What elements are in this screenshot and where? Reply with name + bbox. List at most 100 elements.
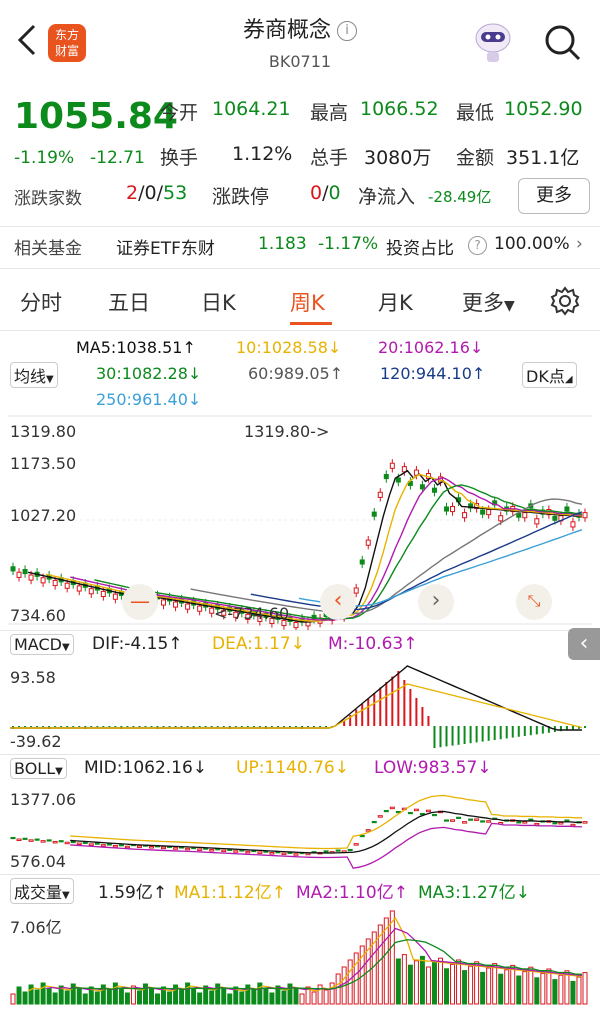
candle-body [498,515,504,522]
ma-selector[interactable]: 均线▼ [10,362,58,388]
tab-five-day[interactable]: 五日 [108,287,150,317]
candle-body [383,474,389,480]
volume-bar [528,966,534,1005]
boll-candle [431,813,437,817]
ma10-label: 10:1028.58↓ [236,338,342,357]
volume-bar [22,991,28,1005]
candle-body [480,509,486,515]
volume-bar [245,984,251,1005]
volume-bar [582,972,588,1005]
tab-monthly-k[interactable]: 月K [378,287,413,317]
macd-ymax: 93.58 [10,668,56,687]
tab-weekly-k[interactable]: 周K [290,287,325,317]
boll-low: LOW:983.57↓ [374,758,492,778]
ma20-label: 20:1062.16↓ [378,338,484,357]
boll-candle [257,851,263,854]
boll-candle [58,840,64,843]
gear-icon[interactable] [550,286,580,316]
boll-candle [245,850,251,854]
candle-body [462,512,468,519]
volume-ma3: MA3:1.27亿↓ [418,883,530,903]
candle-body [365,539,371,546]
volume-bar [389,910,395,1005]
volume-bar [215,983,221,1005]
volume-bar [263,987,269,1005]
volume-bar [239,991,245,1005]
volume-bar [227,993,233,1005]
boll-candle [570,823,576,827]
boll-candle [173,847,179,850]
boll-candle [564,819,570,822]
boll-candle [52,840,58,844]
volume-bar [462,970,468,1005]
fund-name: 证券ETF东财 [116,239,215,259]
fund-row[interactable]: 相关基金 证券ETF东财 1.183 -1.17% 投资占比 ? 100.00%… [0,234,600,259]
dk-point-button[interactable]: DK点◢ [522,362,577,388]
candle-body [353,587,359,594]
boll-candle [10,836,16,840]
info-icon[interactable]: i [337,21,357,41]
volume-bar [10,993,16,1005]
candle-body [395,477,401,483]
collapse-tab-icon[interactable]: ‹ [568,628,600,660]
volume-selector[interactable]: 成交量▼ [10,878,74,904]
zoom-out-button[interactable]: — [122,584,158,620]
search-icon[interactable] [542,22,582,62]
volume-bar [504,969,510,1005]
boll-candle [456,816,462,819]
kline-chart[interactable] [0,412,600,630]
candle-body [88,588,94,595]
candle-body [197,605,203,612]
candle-body [582,512,588,519]
volume-bar [179,989,185,1005]
tab-intraday[interactable]: 分时 [20,287,62,317]
volume-bar [70,983,76,1005]
kline-y3: 1027.20 [10,506,77,525]
boll-candle [136,845,142,848]
boll-candle [371,820,377,824]
low-value: 1052.90 [504,98,583,120]
boll-candle [22,837,28,840]
boll-candle [528,818,534,821]
macd-selector[interactable]: MACD▼ [10,634,74,655]
boll-selector[interactable]: BOLL▼ [10,758,67,779]
help-icon[interactable]: ? [468,236,487,255]
chevron-left-icon[interactable]: ‹ [320,584,356,620]
boll-candle [383,809,389,813]
candle-body [52,579,58,587]
tab-more[interactable]: 更多▼ [462,287,515,317]
boll-candle [552,822,558,825]
volume-bar [425,966,431,1005]
robot-assistant-icon[interactable] [470,18,516,64]
boll-candle [365,829,371,832]
boll-candle [468,818,474,821]
fund-label: 相关基金 [14,239,82,259]
volume-bar [136,990,142,1005]
boll-candle [197,848,203,851]
volume-bar [431,962,437,1005]
boll-candle [70,840,76,844]
volume-bar [546,968,552,1005]
chevron-right-icon: › [576,234,583,254]
volume-bar [191,987,197,1005]
boll-candle [82,841,88,844]
volume-bar [52,992,58,1005]
boll-candle [269,852,275,855]
boll-candle [161,846,167,850]
expand-icon[interactable]: ⤡ [516,584,552,620]
change-pct: -1.19% [14,148,75,168]
volume-bar [534,977,540,1005]
chevron-right-icon[interactable]: › [418,584,454,620]
volume-bar [564,970,570,1005]
candle-body [570,521,576,528]
tab-daily-k[interactable]: 日K [201,287,236,317]
boll-candle [582,821,588,824]
boll-candle [40,840,46,843]
volume-bar [94,991,100,1005]
volume-bar [576,976,582,1005]
more-button[interactable]: 更多 [518,178,590,214]
boll-candle [353,843,359,846]
candle-body [161,599,167,606]
boll-candle [425,809,431,813]
boll-candle [444,819,450,822]
